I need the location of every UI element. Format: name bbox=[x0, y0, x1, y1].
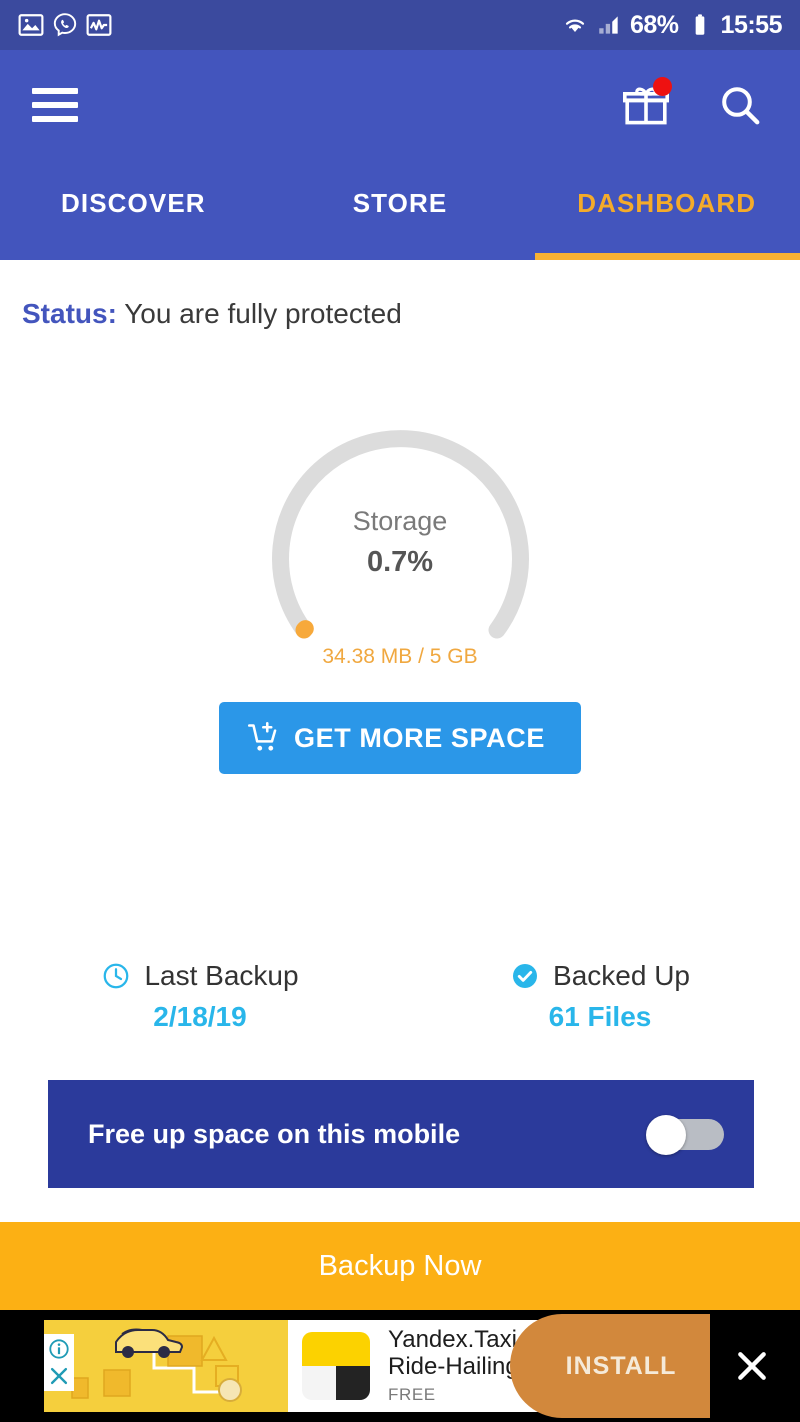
app-icon-quadrant-yellow-2 bbox=[336, 1332, 370, 1366]
protection-status: Status: You are fully protected bbox=[0, 260, 800, 330]
last-backup-block: Last Backup 2/18/19 bbox=[0, 960, 400, 1033]
get-more-space-button[interactable]: GET MORE SPACE bbox=[219, 702, 581, 774]
free-up-space-toggle[interactable] bbox=[646, 1115, 724, 1155]
gauge-title: Storage bbox=[352, 506, 448, 536]
tab-store[interactable]: STORE bbox=[267, 160, 534, 260]
last-backup-date: 2/18/19 bbox=[153, 1001, 247, 1032]
backup-now-label: Backup Now bbox=[318, 1249, 482, 1282]
hamburger-line bbox=[32, 88, 78, 94]
ad-badge-strip bbox=[44, 1334, 74, 1391]
app-icon-quadrant-black bbox=[336, 1366, 370, 1400]
app-header-toolbar bbox=[0, 50, 800, 160]
system-status-bar: 68% 15:55 bbox=[0, 0, 800, 50]
last-backup-title: Last Backup bbox=[144, 960, 299, 991]
ad-info-icon[interactable] bbox=[48, 1338, 70, 1360]
close-icon bbox=[738, 1352, 766, 1380]
free-up-space-banner[interactable]: Free up space on this mobile bbox=[48, 1080, 754, 1188]
get-more-space-label: GET MORE SPACE bbox=[294, 722, 545, 753]
status-bar-notification-icons bbox=[18, 12, 112, 38]
backup-summary-row: Last Backup 2/18/19 Backed Up 61 Files bbox=[0, 960, 800, 1033]
gift-button[interactable] bbox=[622, 77, 672, 129]
backup-now-button[interactable]: Backup Now bbox=[0, 1222, 800, 1310]
last-backup-heading: Last Backup bbox=[0, 960, 400, 992]
app-screen: 68% 15:55 DISCOVER STORE DASHBOARD Statu… bbox=[0, 0, 800, 1422]
ad-dismiss-icon[interactable] bbox=[48, 1365, 70, 1387]
ad-install-label: INSTALL bbox=[565, 1351, 677, 1380]
backed-up-block: Backed Up 61 Files bbox=[400, 960, 800, 1033]
status-bar-system-icons: 68% 15:55 bbox=[562, 10, 783, 40]
ad-creative-image[interactable] bbox=[44, 1320, 288, 1412]
backed-up-title: Backed Up bbox=[553, 960, 690, 991]
ad-close-button[interactable] bbox=[704, 1346, 800, 1386]
app-header-actions bbox=[622, 77, 764, 129]
search-button[interactable] bbox=[716, 81, 764, 129]
clock-icon bbox=[104, 963, 129, 989]
gauge-usage-label: 34.38 MB / 5 GB bbox=[322, 645, 478, 668]
backed-up-heading: Backed Up bbox=[400, 960, 800, 992]
app-icon-quadrant-yellow bbox=[302, 1332, 336, 1366]
hamburger-menu-icon[interactable] bbox=[32, 88, 78, 122]
app-icon-quadrant-white bbox=[302, 1366, 336, 1400]
status-value: You are fully protected bbox=[124, 298, 402, 329]
gallery-icon bbox=[18, 14, 44, 36]
tab-discover[interactable]: DISCOVER bbox=[0, 160, 267, 260]
cell-signal-icon bbox=[599, 16, 618, 34]
tab-dashboard[interactable]: DASHBOARD bbox=[533, 160, 800, 260]
search-icon bbox=[722, 87, 760, 125]
status-label: Status: bbox=[22, 298, 117, 329]
ad-banner: Yandex.Taxi Ride-Hailing S... FREE INSTA… bbox=[0, 1310, 800, 1422]
activity-monitor-icon bbox=[86, 14, 112, 36]
ad-install-button[interactable]: INSTALL bbox=[510, 1314, 710, 1418]
backed-up-count: 61 Files bbox=[548, 1001, 652, 1032]
toggle-knob bbox=[646, 1115, 686, 1155]
free-up-space-label: Free up space on this mobile bbox=[88, 1118, 461, 1149]
ad-content[interactable]: Yandex.Taxi Ride-Hailing S... FREE INSTA… bbox=[288, 1314, 710, 1418]
viber-call-icon bbox=[53, 13, 77, 37]
wifi-icon bbox=[565, 19, 585, 33]
storage-gauge: Storage 0.7% 34.38 MB / 5 GB bbox=[228, 368, 573, 668]
gauge-progress bbox=[295, 620, 314, 639]
gift-notification-badge bbox=[653, 77, 672, 96]
cta-container: GET MORE SPACE bbox=[0, 702, 800, 774]
clock-time-label: 15:55 bbox=[720, 10, 783, 39]
check-circle-icon bbox=[513, 964, 538, 988]
tab-bar: DISCOVER STORE DASHBOARD bbox=[0, 160, 800, 260]
gauge-center-labels: Storage 0.7% bbox=[228, 506, 573, 579]
battery-icon bbox=[695, 14, 704, 35]
yandex-taxi-app-icon bbox=[302, 1332, 370, 1400]
hamburger-line bbox=[32, 102, 78, 108]
gauge-percent: 0.7% bbox=[366, 546, 434, 578]
app-header: DISCOVER STORE DASHBOARD bbox=[0, 50, 800, 260]
battery-percent-label: 68% bbox=[630, 10, 679, 39]
cart-plus-icon bbox=[248, 721, 277, 751]
ad-illustration bbox=[71, 1328, 242, 1402]
hamburger-line bbox=[32, 116, 78, 122]
